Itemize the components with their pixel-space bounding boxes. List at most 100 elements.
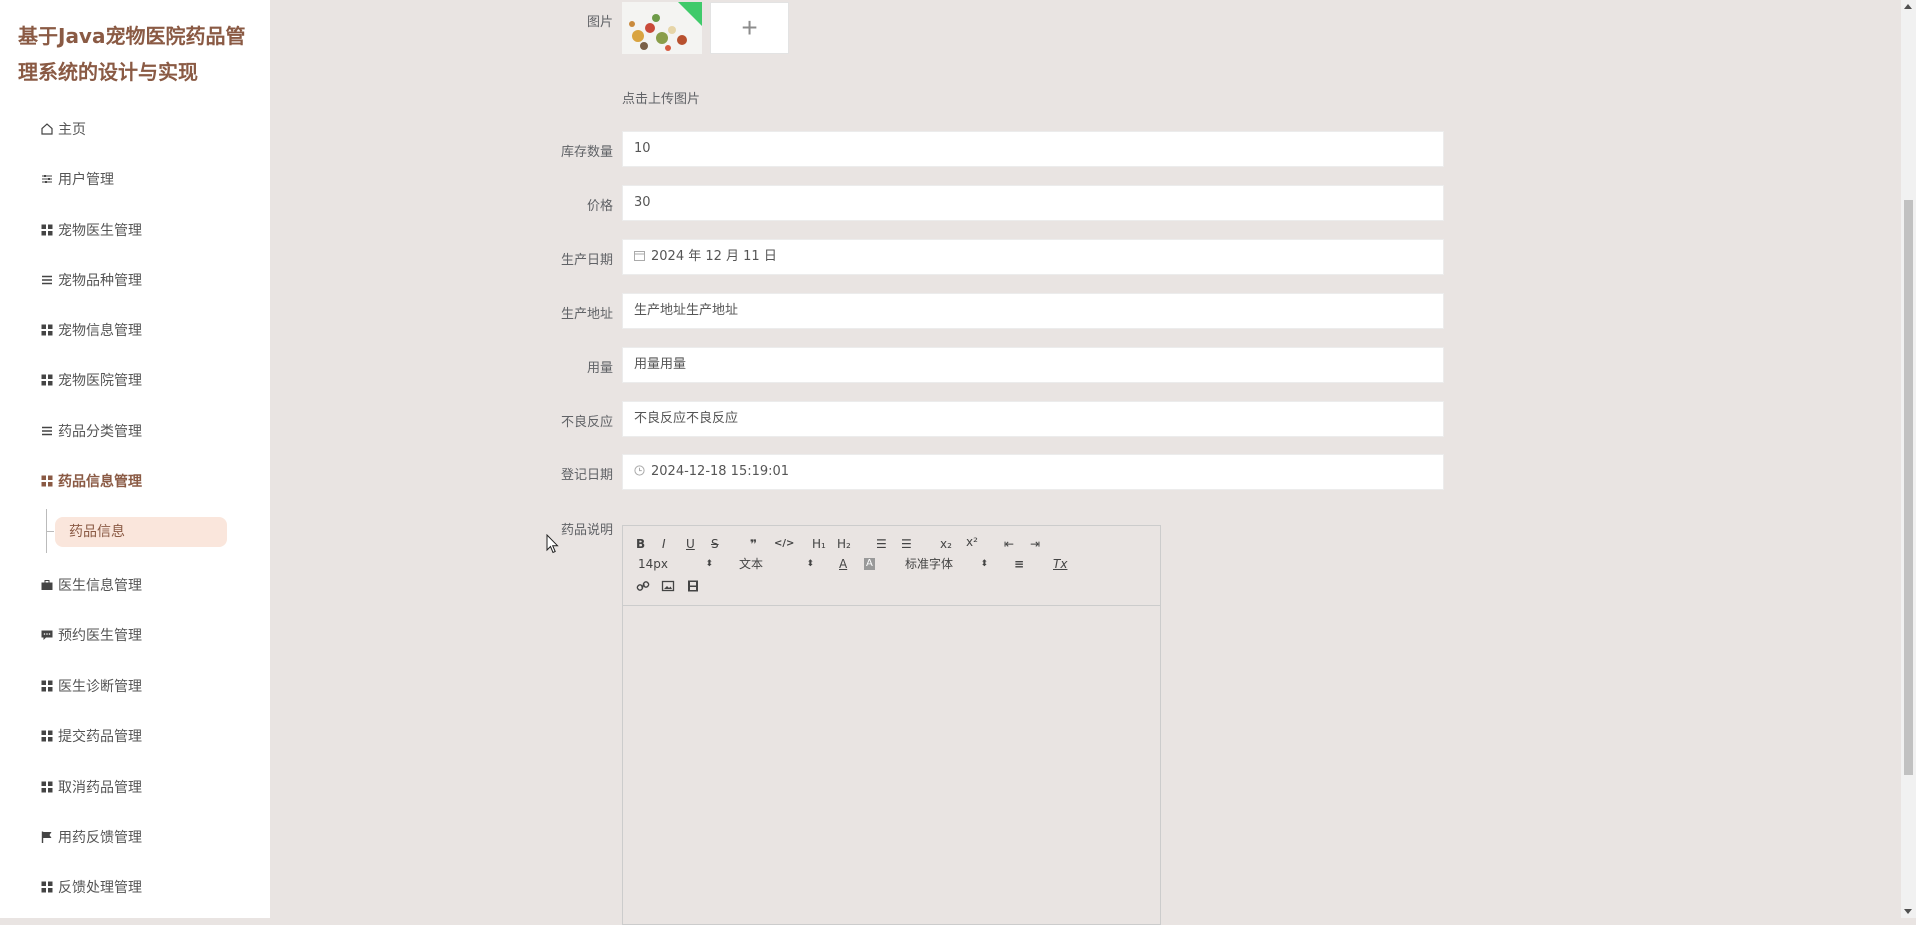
rich-text-editor: B I U S ❞ </> H₁ H₂ ☰ ☰ x₂ x² ⇤ ⇥ 14px ⬍… [622,525,1161,925]
production-address-label: 生产地址 [560,307,613,322]
mouse-cursor-icon [546,533,559,559]
ordered-list-button[interactable]: ☰ [876,536,887,552]
calendar-icon [634,240,645,274]
home-icon [40,122,54,136]
sidebar-item-label: 宠物医院管理 [58,373,142,389]
header-select[interactable]: 文本 ⬍ [739,556,814,572]
clean-format-button[interactable]: Tx [1053,556,1067,572]
header1-button[interactable]: H₁ [812,536,826,552]
register-date-picker[interactable]: 2024-12-18 15:19:01 [622,454,1444,490]
briefcase-icon [40,578,54,592]
blockquote-button[interactable]: ❞ [750,536,757,552]
sidebar-item-pet-breed[interactable]: 宠物品种管理 [40,268,142,292]
background-color-button[interactable]: A [864,558,875,570]
indent-button[interactable]: ⇥ [1030,536,1040,552]
sidebar-item-pet-hospital[interactable]: 宠物医院管理 [40,368,142,392]
register-date-label: 登记日期 [560,468,613,483]
stock-label: 库存数量 [560,145,613,160]
outdent-button[interactable]: ⇤ [1004,536,1014,552]
scrollbar-thumb[interactable] [1904,200,1913,775]
select-arrow-icon: ⬍ [980,559,988,569]
sidebar-item-doctor-info[interactable]: 医生信息管理 [40,573,142,597]
chat-icon [40,628,54,642]
sidebar-item-pet-info[interactable]: 宠物信息管理 [40,318,142,342]
select-arrow-icon: ⬍ [806,559,814,569]
sidebar-item-drug-category[interactable]: 药品分类管理 [40,419,142,443]
list-icon [40,273,54,287]
grid-icon [40,474,54,488]
sidebar-item-label: 主页 [58,122,86,138]
sliders-icon [40,172,54,186]
stock-input[interactable]: 10 [622,131,1444,167]
sidebar-item-drug-info[interactable]: 药品信息管理 [40,469,142,493]
price-input[interactable]: 30 [622,185,1444,221]
font-family-value: 标准字体 [905,557,954,571]
plus-icon: + [741,12,758,43]
video-button[interactable] [686,579,700,595]
align-button[interactable]: ≡ [1014,556,1024,572]
sidebar-item-diagnosis[interactable]: 医生诊断管理 [40,674,142,698]
font-family-select[interactable]: 标准字体 ⬍ [905,556,988,572]
font-size-select[interactable]: 14px ⬍ [638,556,713,572]
sidebar-item-home[interactable]: 主页 [40,117,86,141]
bullet-list-button[interactable]: ☰ [901,536,912,552]
superscript-button[interactable]: x² [966,534,978,550]
sidebar-item-submit-drug[interactable]: 提交药品管理 [40,724,142,748]
image-icon [661,580,675,592]
link-button[interactable] [636,579,650,595]
sidebar-item-feedback[interactable]: 用药反馈管理 [40,825,142,849]
sidebar-item-pet-doctor[interactable]: 宠物医生管理 [40,218,142,242]
adverse-reaction-label: 不良反应 [560,415,613,430]
image-label: 图片 [586,15,613,30]
dosage-input[interactable]: 用量用量 [622,347,1444,383]
production-address-value: 生产地址生产地址 [634,303,739,318]
grid-icon [40,880,54,894]
sidebar-item-label: 药品分类管理 [58,424,142,440]
italic-button[interactable]: I [662,536,666,552]
drug-image-thumbnail[interactable] [622,2,702,54]
sidebar-item-label: 宠物信息管理 [58,323,142,339]
scroll-up-arrow-icon[interactable] [1904,4,1912,9]
underline-button[interactable]: U [686,536,695,552]
editor-toolbar: B I U S ❞ </> H₁ H₂ ☰ ☰ x₂ x² ⇤ ⇥ 14px ⬍… [623,526,1160,606]
code-block-button[interactable]: </> [774,536,794,552]
subscript-button[interactable]: x₂ [940,536,952,552]
grid-icon [40,679,54,693]
grid-icon [40,729,54,743]
grid-icon [40,223,54,237]
strike-button[interactable]: S [711,536,719,552]
grid-icon [40,373,54,387]
sidebar-item-cancel-drug[interactable]: 取消药品管理 [40,775,142,799]
header-value: 文本 [739,557,764,571]
submenu-tick [46,531,54,532]
sidebar-item-feedback-handle[interactable]: 反馈处理管理 [40,875,142,899]
sidebar-item-appointment[interactable]: 预约医生管理 [40,623,142,647]
sidebar-subitem-drug-info[interactable]: 药品信息 [55,517,227,547]
sidebar-item-label: 用药反馈管理 [58,830,142,846]
font-color-button[interactable]: A [839,556,847,572]
stock-value: 10 [634,141,651,156]
page-scrollbar[interactable] [1901,0,1916,918]
dosage-label: 用量 [586,361,613,376]
app-title: 基于Java宠物医院药品管理系统的设计与实现 [18,24,246,84]
production-address-input[interactable]: 生产地址生产地址 [622,293,1444,329]
header2-button[interactable]: H₂ [837,536,851,552]
sidebar-item-users[interactable]: 用户管理 [40,167,114,191]
font-size-value: 14px [638,557,668,571]
production-date-value: 2024 年 12 月 11 日 [651,249,777,264]
adverse-reaction-input[interactable]: 不良反应不良反应 [622,401,1444,437]
sidebar-item-label: 医生诊断管理 [58,679,142,695]
sidebar-item-label: 医生信息管理 [58,578,142,594]
grid-icon [40,323,54,337]
sidebar-item-label: 宠物医生管理 [58,223,142,239]
bold-button[interactable]: B [636,536,645,552]
upload-image-button[interactable]: + [710,2,789,54]
image-button[interactable] [661,579,675,595]
sidebar-item-label: 反馈处理管理 [58,880,142,896]
grid-icon [40,780,54,794]
register-date-value: 2024-12-18 15:19:01 [651,464,790,479]
editor-content-area[interactable] [623,606,1160,924]
adverse-reaction-value: 不良反应不良反应 [634,411,739,426]
scroll-down-arrow-icon[interactable] [1904,909,1912,914]
production-date-picker[interactable]: 2024 年 12 月 11 日 [622,239,1444,275]
